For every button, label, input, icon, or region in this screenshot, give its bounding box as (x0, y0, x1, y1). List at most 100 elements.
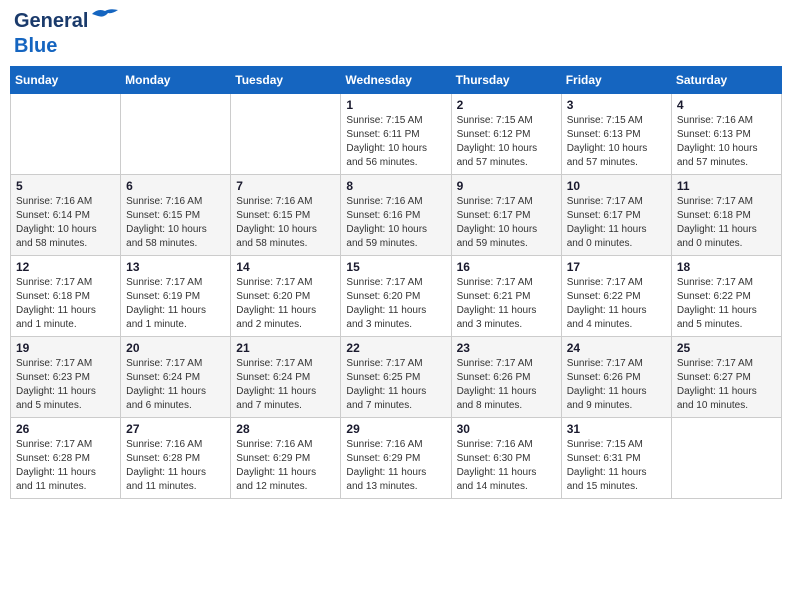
calendar-cell: 28 Sunrise: 7:16 AMSunset: 6:29 PMDayligh… (231, 418, 341, 499)
calendar-cell: 18 Sunrise: 7:17 AMSunset: 6:22 PMDayligh… (671, 256, 781, 337)
day-info: Sunrise: 7:15 AMSunset: 6:13 PMDaylight:… (567, 114, 666, 170)
calendar-cell: 19 Sunrise: 7:17 AMSunset: 6:23 PMDayligh… (11, 337, 121, 418)
day-number: 11 (677, 179, 776, 193)
day-info: Sunrise: 7:17 AMSunset: 6:27 PMDaylight:… (677, 357, 776, 413)
day-info: Sunrise: 7:17 AMSunset: 6:17 PMDaylight:… (567, 195, 666, 251)
day-info: Sunrise: 7:16 AMSunset: 6:14 PMDaylight:… (16, 195, 115, 251)
calendar-cell: 23 Sunrise: 7:17 AMSunset: 6:26 PMDayligh… (451, 337, 561, 418)
day-number: 24 (567, 341, 666, 355)
day-number: 18 (677, 260, 776, 274)
day-info: Sunrise: 7:17 AMSunset: 6:18 PMDaylight:… (16, 276, 115, 332)
day-number: 12 (16, 260, 115, 274)
calendar-cell: 22Sunrise: 7:17 AMSunset: 6:25 PMDayligh… (341, 337, 451, 418)
day-number: 30 (457, 422, 556, 436)
day-info: Sunrise: 7:17 AMSunset: 6:26 PMDaylight:… (567, 357, 666, 413)
calendar-week-row: 26 Sunrise: 7:17 AMSunset: 6:28 PMDayligh… (11, 418, 782, 499)
day-number: 28 (236, 422, 335, 436)
day-info: Sunrise: 7:17 AMSunset: 6:19 PMDaylight:… (126, 276, 225, 332)
day-number: 27 (126, 422, 225, 436)
calendar-week-row: 5 Sunrise: 7:16 AMSunset: 6:14 PMDaylight… (11, 175, 782, 256)
day-number: 15 (346, 260, 445, 274)
day-info: Sunrise: 7:17 AMSunset: 6:20 PMDaylight:… (346, 276, 445, 332)
day-info: Sunrise: 7:17 AMSunset: 6:20 PMDaylight:… (236, 276, 335, 332)
day-info: Sunrise: 7:16 AMSunset: 6:30 PMDaylight:… (457, 438, 556, 494)
day-number: 22 (346, 341, 445, 355)
day-info: Sunrise: 7:17 AMSunset: 6:26 PMDaylight:… (457, 357, 556, 413)
day-number: 14 (236, 260, 335, 274)
page-header: General Blue (10, 10, 782, 58)
weekday-header: Tuesday (231, 67, 341, 94)
day-number: 10 (567, 179, 666, 193)
day-number: 31 (567, 422, 666, 436)
calendar-cell: 26 Sunrise: 7:17 AMSunset: 6:28 PMDayligh… (11, 418, 121, 499)
day-info: Sunrise: 7:17 AMSunset: 6:21 PMDaylight:… (457, 276, 556, 332)
calendar-cell: 4Sunrise: 7:16 AMSunset: 6:13 PMDaylight… (671, 94, 781, 175)
day-number: 13 (126, 260, 225, 274)
calendar-cell: 13 Sunrise: 7:17 AMSunset: 6:19 PMDayligh… (121, 256, 231, 337)
weekday-header: Monday (121, 67, 231, 94)
day-info: Sunrise: 7:17 AMSunset: 6:18 PMDaylight:… (677, 195, 776, 251)
day-number: 17 (567, 260, 666, 274)
day-info: Sunrise: 7:17 AMSunset: 6:17 PMDaylight:… (457, 195, 556, 251)
day-number: 26 (16, 422, 115, 436)
calendar-cell: 2Sunrise: 7:15 AMSunset: 6:12 PMDaylight… (451, 94, 561, 175)
weekday-header-row: SundayMondayTuesdayWednesdayThursdayFrid… (11, 67, 782, 94)
calendar-cell: 21Sunrise: 7:17 AMSunset: 6:24 PMDayligh… (231, 337, 341, 418)
day-info: Sunrise: 7:17 AMSunset: 6:22 PMDaylight:… (567, 276, 666, 332)
day-info: Sunrise: 7:15 AMSunset: 6:11 PMDaylight:… (346, 114, 445, 170)
day-number: 4 (677, 98, 776, 112)
logo-general: General (14, 10, 88, 32)
calendar-table: SundayMondayTuesdayWednesdayThursdayFrid… (10, 66, 782, 499)
logo-blue: Blue (14, 35, 57, 57)
calendar-cell: 11 Sunrise: 7:17 AMSunset: 6:18 PMDayligh… (671, 175, 781, 256)
day-info: Sunrise: 7:16 AMSunset: 6:15 PMDaylight:… (236, 195, 335, 251)
day-info: Sunrise: 7:17 AMSunset: 6:24 PMDaylight:… (126, 357, 225, 413)
calendar-cell: 27 Sunrise: 7:16 AMSunset: 6:28 PMDayligh… (121, 418, 231, 499)
day-number: 23 (457, 341, 556, 355)
calendar-week-row: 1 Sunrise: 7:15 AMSunset: 6:11 PMDaylight… (11, 94, 782, 175)
weekday-header: Friday (561, 67, 671, 94)
day-number: 3 (567, 98, 666, 112)
calendar-cell (11, 94, 121, 175)
weekday-header: Thursday (451, 67, 561, 94)
day-info: Sunrise: 7:17 AMSunset: 6:24 PMDaylight:… (236, 357, 335, 413)
day-number: 7 (236, 179, 335, 193)
calendar-cell: 1 Sunrise: 7:15 AMSunset: 6:11 PMDaylight… (341, 94, 451, 175)
day-number: 8 (346, 179, 445, 193)
logo-bird-icon (90, 6, 120, 22)
calendar-cell: 6 Sunrise: 7:16 AMSunset: 6:15 PMDaylight… (121, 175, 231, 256)
day-number: 16 (457, 260, 556, 274)
weekday-header: Wednesday (341, 67, 451, 94)
day-info: Sunrise: 7:16 AMSunset: 6:29 PMDaylight:… (346, 438, 445, 494)
day-number: 19 (16, 341, 115, 355)
day-info: Sunrise: 7:15 AMSunset: 6:31 PMDaylight:… (567, 438, 666, 494)
calendar-cell: 10 Sunrise: 7:17 AMSunset: 6:17 PMDayligh… (561, 175, 671, 256)
calendar-cell: 8 Sunrise: 7:16 AMSunset: 6:16 PMDaylight… (341, 175, 451, 256)
logo: General Blue (14, 10, 88, 58)
day-info: Sunrise: 7:17 AMSunset: 6:22 PMDaylight:… (677, 276, 776, 332)
day-number: 1 (346, 98, 445, 112)
day-info: Sunrise: 7:16 AMSunset: 6:16 PMDaylight:… (346, 195, 445, 251)
calendar-cell: 30 Sunrise: 7:16 AMSunset: 6:30 PMDayligh… (451, 418, 561, 499)
calendar-cell: 15 Sunrise: 7:17 AMSunset: 6:20 PMDayligh… (341, 256, 451, 337)
day-info: Sunrise: 7:16 AMSunset: 6:29 PMDaylight:… (236, 438, 335, 494)
day-info: Sunrise: 7:17 AMSunset: 6:23 PMDaylight:… (16, 357, 115, 413)
day-number: 2 (457, 98, 556, 112)
weekday-header: Saturday (671, 67, 781, 94)
day-number: 5 (16, 179, 115, 193)
calendar-cell: 5 Sunrise: 7:16 AMSunset: 6:14 PMDaylight… (11, 175, 121, 256)
day-info: Sunrise: 7:16 AMSunset: 6:28 PMDaylight:… (126, 438, 225, 494)
day-number: 29 (346, 422, 445, 436)
calendar-cell: 3 Sunrise: 7:15 AMSunset: 6:13 PMDaylight… (561, 94, 671, 175)
weekday-header: Sunday (11, 67, 121, 94)
calendar-cell: 16 Sunrise: 7:17 AMSunset: 6:21 PMDayligh… (451, 256, 561, 337)
calendar-cell (121, 94, 231, 175)
calendar-cell (231, 94, 341, 175)
calendar-cell: 25Sunrise: 7:17 AMSunset: 6:27 PMDayligh… (671, 337, 781, 418)
calendar-cell: 12 Sunrise: 7:17 AMSunset: 6:18 PMDayligh… (11, 256, 121, 337)
calendar-cell: 9 Sunrise: 7:17 AMSunset: 6:17 PMDaylight… (451, 175, 561, 256)
day-info: Sunrise: 7:17 AMSunset: 6:28 PMDaylight:… (16, 438, 115, 494)
day-number: 6 (126, 179, 225, 193)
day-number: 9 (457, 179, 556, 193)
day-info: Sunrise: 7:16 AMSunset: 6:15 PMDaylight:… (126, 195, 225, 251)
